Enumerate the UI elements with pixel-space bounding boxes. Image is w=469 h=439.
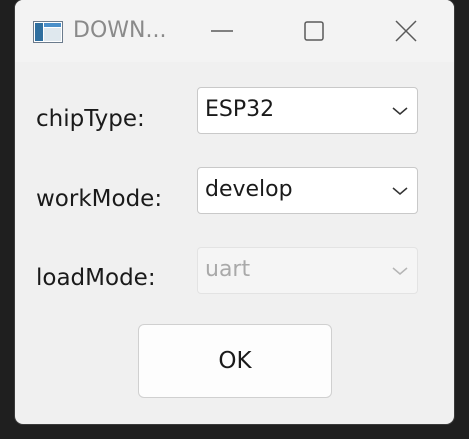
maximize-button[interactable]: [287, 10, 341, 52]
work-mode-value: develop: [205, 177, 293, 202]
work-mode-label: workMode:: [36, 186, 163, 212]
close-button[interactable]: [379, 10, 433, 52]
load-mode-select[interactable]: uart: [197, 247, 418, 294]
close-icon: [395, 20, 417, 42]
minimize-button[interactable]: [195, 10, 249, 52]
minimize-icon: [211, 30, 233, 32]
load-mode-value: uart: [205, 257, 251, 282]
chevron-down-icon: [392, 187, 408, 195]
title-bar[interactable]: DOWN...: [15, 0, 454, 62]
ok-button[interactable]: OK: [138, 324, 332, 398]
chip-type-value: ESP32: [205, 97, 275, 122]
download-dialog: DOWN... chipType: ESP32 workMode: develo…: [15, 0, 454, 424]
window-title: DOWN...: [73, 18, 167, 43]
app-window-icon: [33, 21, 63, 43]
chevron-down-icon: [392, 107, 408, 115]
load-mode-label: loadMode:: [36, 265, 156, 291]
chip-type-select[interactable]: ESP32: [197, 87, 418, 134]
work-mode-select[interactable]: develop: [197, 167, 418, 214]
maximize-icon: [304, 21, 324, 41]
chevron-down-icon: [392, 267, 408, 275]
chip-type-label: chipType:: [36, 106, 145, 132]
